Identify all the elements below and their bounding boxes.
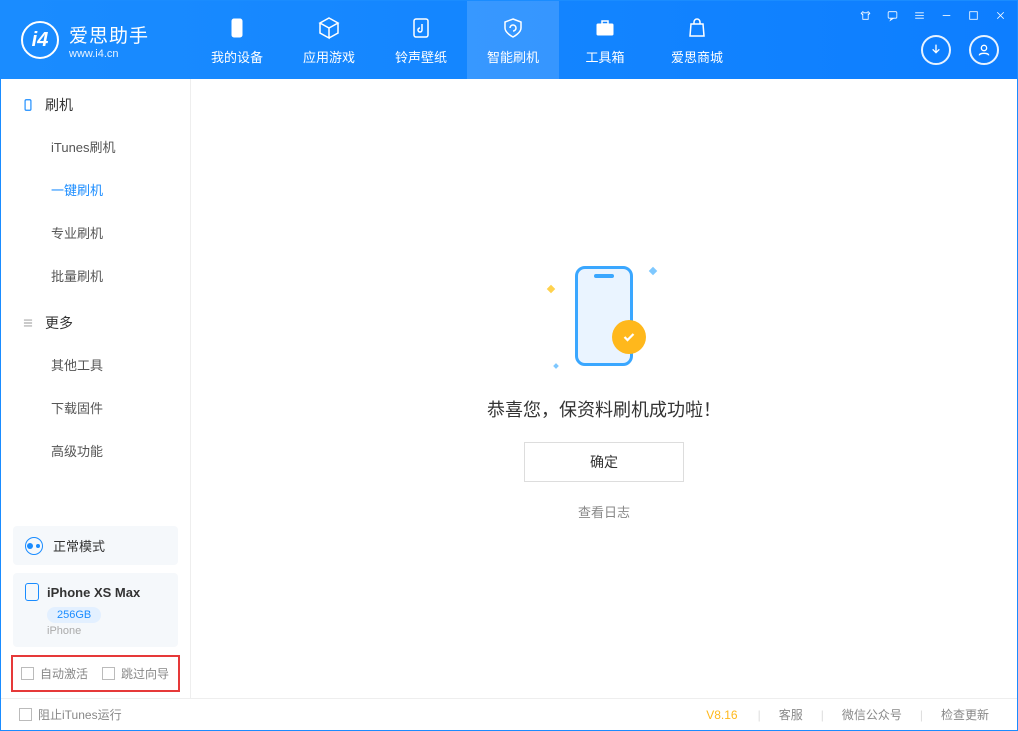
checkbox-icon xyxy=(102,667,115,680)
sidebar-item-advanced[interactable]: 高级功能 xyxy=(1,429,190,472)
sidebar-item-download-firmware[interactable]: 下载固件 xyxy=(1,386,190,429)
footer-right: V8.16 | 客服 | 微信公众号 | 检查更新 xyxy=(706,706,999,723)
app-title: 爱思助手 xyxy=(69,21,149,48)
sidebar-section-more: 更多 xyxy=(1,297,190,343)
header-actions xyxy=(921,35,999,65)
footer-link-support[interactable]: 客服 xyxy=(769,706,813,723)
device-icon xyxy=(25,583,39,601)
nav-tab-toolbox[interactable]: 工具箱 xyxy=(559,1,651,79)
checkbox-auto-activate[interactable]: 自动激活 xyxy=(21,665,88,682)
nav-tab-label: 智能刷机 xyxy=(487,47,539,66)
checkbox-label: 自动激活 xyxy=(40,665,88,682)
sidebar-bottom: 正常模式 iPhone XS Max 256GB iPhone 自动激活 跳过向… xyxy=(1,518,190,698)
menu-icon[interactable] xyxy=(913,9,926,22)
sidebar-section-flash: 刷机 xyxy=(1,79,190,125)
app-header: i4 爱思助手 www.i4.cn 我的设备 应用游戏 铃声壁纸 智能刷机 工具… xyxy=(1,1,1017,79)
feedback-icon[interactable] xyxy=(886,9,899,22)
device-small-icon xyxy=(21,98,35,112)
nav-tab-label: 铃声壁纸 xyxy=(395,47,447,66)
logo-icon: i4 xyxy=(21,21,59,59)
nav-tab-label: 应用游戏 xyxy=(303,47,355,66)
footer: 阻止iTunes运行 V8.16 | 客服 | 微信公众号 | 检查更新 xyxy=(1,698,1017,730)
checkbox-block-itunes[interactable]: 阻止iTunes运行 xyxy=(19,706,122,723)
nav-tabs: 我的设备 应用游戏 铃声壁纸 智能刷机 工具箱 爱思商城 xyxy=(191,1,743,79)
sidebar-item-other-tools[interactable]: 其他工具 xyxy=(1,343,190,386)
sidebar-item-batch-flash[interactable]: 批量刷机 xyxy=(1,254,190,297)
sidebar-item-oneclick-flash[interactable]: 一键刷机 xyxy=(1,168,190,211)
shirt-icon[interactable] xyxy=(859,9,872,22)
main-content: 恭喜您，保资料刷机成功啦！ 确定 查看日志 xyxy=(191,79,1017,698)
sparkle-icon xyxy=(553,363,559,369)
mode-box[interactable]: 正常模式 xyxy=(13,526,178,565)
sparkle-icon xyxy=(547,285,555,293)
checkbox-label: 跳过向导 xyxy=(121,665,169,682)
device-name: iPhone XS Max xyxy=(47,585,140,600)
view-log-link[interactable]: 查看日志 xyxy=(578,502,630,521)
user-button[interactable] xyxy=(969,35,999,65)
mode-icon xyxy=(25,537,43,555)
refresh-shield-icon xyxy=(500,15,526,41)
footer-link-wechat[interactable]: 微信公众号 xyxy=(832,706,912,723)
device-storage: 256GB xyxy=(47,607,101,623)
success-message: 恭喜您，保资料刷机成功啦！ xyxy=(487,396,721,422)
list-icon xyxy=(21,316,35,330)
nav-tab-label: 工具箱 xyxy=(585,47,624,66)
checkbox-icon xyxy=(21,667,34,680)
minimize-icon[interactable] xyxy=(940,9,953,22)
nav-tab-label: 我的设备 xyxy=(211,47,263,66)
close-icon[interactable] xyxy=(994,9,1007,22)
sidebar: 刷机 iTunes刷机 一键刷机 专业刷机 批量刷机 更多 其他工具 下载固件 … xyxy=(1,79,191,698)
phone-icon xyxy=(224,15,250,41)
checkbox-skip-guide[interactable]: 跳过向导 xyxy=(102,665,169,682)
version-label: V8.16 xyxy=(706,708,737,722)
confirm-button[interactable]: 确定 xyxy=(524,442,684,482)
nav-tab-device[interactable]: 我的设备 xyxy=(191,1,283,79)
success-illustration xyxy=(544,256,664,376)
footer-link-update[interactable]: 检查更新 xyxy=(931,706,999,723)
maximize-icon[interactable] xyxy=(967,9,980,22)
checkbox-icon xyxy=(19,708,32,721)
nav-tab-flash[interactable]: 智能刷机 xyxy=(467,1,559,79)
highlighted-checkbox-row: 自动激活 跳过向导 xyxy=(11,655,180,692)
sidebar-item-itunes-flash[interactable]: iTunes刷机 xyxy=(1,125,190,168)
device-box[interactable]: iPhone XS Max 256GB iPhone xyxy=(13,573,178,647)
sidebar-section-title: 刷机 xyxy=(45,95,73,115)
titlebar-controls xyxy=(859,9,1007,22)
sidebar-item-pro-flash[interactable]: 专业刷机 xyxy=(1,211,190,254)
nav-tab-ringtones[interactable]: 铃声壁纸 xyxy=(375,1,467,79)
sidebar-section-title: 更多 xyxy=(45,313,73,333)
bag-icon xyxy=(684,15,710,41)
checkbox-label: 阻止iTunes运行 xyxy=(38,706,122,723)
download-button[interactable] xyxy=(921,35,951,65)
toolbox-icon xyxy=(592,15,618,41)
nav-tab-apps[interactable]: 应用游戏 xyxy=(283,1,375,79)
logo-area: i4 爱思助手 www.i4.cn xyxy=(1,21,191,60)
device-type: iPhone xyxy=(47,625,166,637)
mode-label: 正常模式 xyxy=(53,536,105,555)
music-file-icon xyxy=(408,15,434,41)
nav-tab-store[interactable]: 爱思商城 xyxy=(651,1,743,79)
cube-icon xyxy=(316,15,342,41)
check-badge-icon xyxy=(612,320,646,354)
app-body: 刷机 iTunes刷机 一键刷机 专业刷机 批量刷机 更多 其他工具 下载固件 … xyxy=(1,79,1017,698)
sparkle-icon xyxy=(649,267,657,275)
app-subtitle: www.i4.cn xyxy=(69,48,149,60)
nav-tab-label: 爱思商城 xyxy=(671,47,723,66)
